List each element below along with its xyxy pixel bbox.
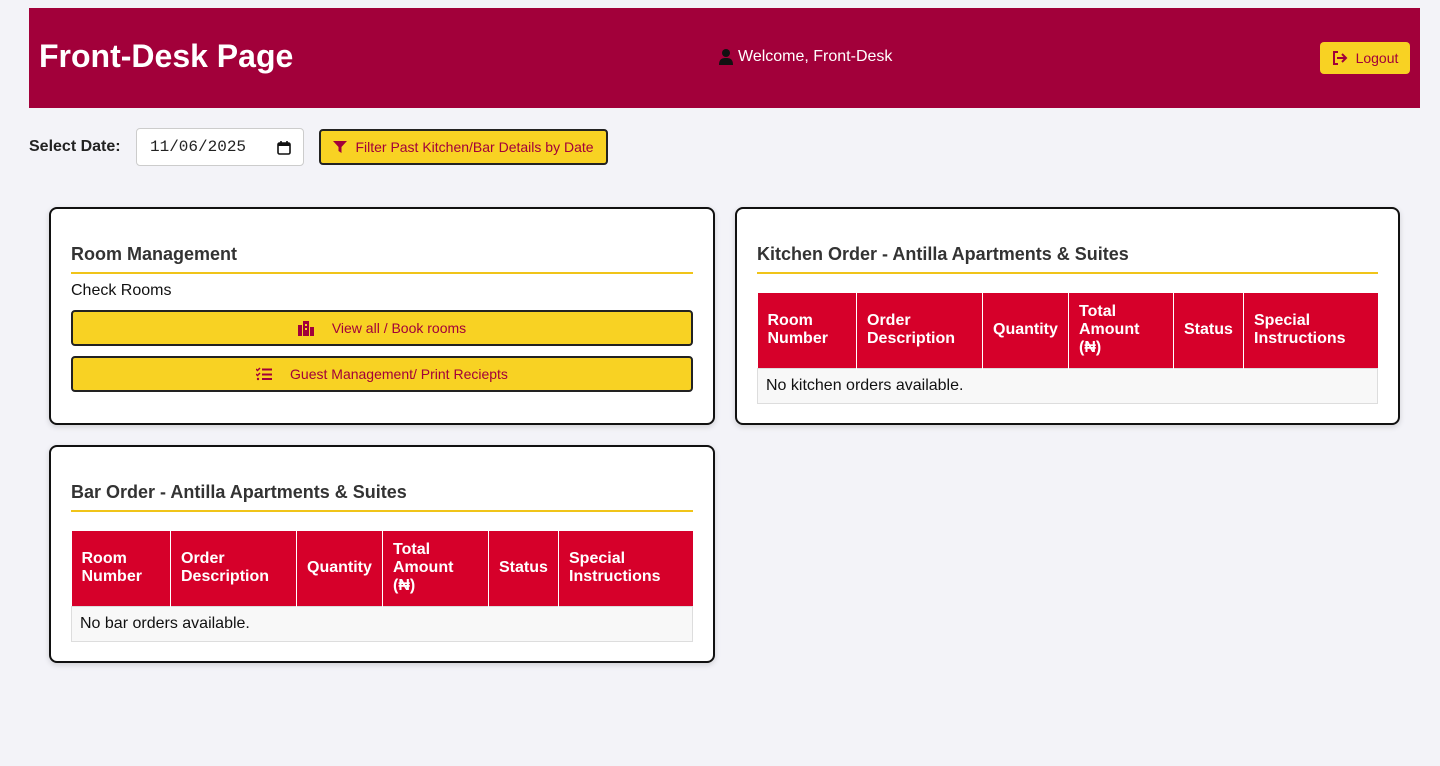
view-book-rooms-button[interactable]: View all / Book rooms (71, 310, 693, 346)
kitchen-order-title: Kitchen Order - Antilla Apartments & Sui… (757, 244, 1378, 274)
logout-label: Logout (1355, 50, 1399, 66)
calendar-icon[interactable] (277, 140, 291, 155)
date-input[interactable]: 11/06/2025 (136, 128, 304, 166)
welcome-message: Welcome, Front-Desk (719, 48, 892, 66)
column-header[interactable]: Quantity (296, 531, 383, 606)
column-header[interactable]: Status (1173, 293, 1244, 368)
column-header[interactable]: Total Amount (₦) (382, 531, 489, 606)
bar-order-card: Bar Order - Antilla Apartments & Suites … (49, 445, 715, 663)
rooms-icon (297, 320, 314, 336)
list-check-icon (256, 367, 273, 381)
view-book-rooms-label: View all / Book rooms (331, 320, 467, 336)
filter-by-date-button[interactable]: Filter Past Kitchen/Bar Details by Date (319, 129, 608, 165)
room-management-title: Room Management (71, 244, 693, 274)
empty-message: No bar orders available. (71, 605, 693, 642)
empty-message: No kitchen orders available. (757, 367, 1378, 404)
user-icon (719, 49, 733, 65)
guest-management-button[interactable]: Guest Management/ Print Reciepts (71, 356, 693, 392)
filter-button-label: Filter Past Kitchen/Bar Details by Date (355, 139, 594, 155)
column-header[interactable]: Status (488, 531, 559, 606)
date-label: Select Date: (29, 138, 121, 155)
bar-orders-table: Room Number Order Description Quantity T… (71, 531, 693, 642)
logout-button[interactable]: Logout (1320, 42, 1410, 74)
column-header[interactable]: Total Amount (₦) (1068, 293, 1174, 368)
column-header[interactable]: Special Instructions (558, 531, 693, 606)
bar-order-title: Bar Order - Antilla Apartments & Suites (71, 482, 693, 512)
date-value: 11/06/2025 (150, 138, 247, 156)
welcome-text: Welcome, Front-Desk (738, 48, 893, 65)
table-row: No kitchen orders available. (757, 367, 1378, 404)
filter-icon (333, 140, 348, 153)
check-rooms-label: Check Rooms (71, 282, 172, 299)
column-header[interactable]: Special Instructions (1243, 293, 1378, 368)
kitchen-orders-table: Room Number Order Description Quantity T… (757, 293, 1378, 404)
table-row: No bar orders available. (71, 605, 693, 642)
table-header-row: Room Number Order Description Quantity T… (757, 293, 1378, 368)
column-header[interactable]: Quantity (982, 293, 1069, 368)
kitchen-order-card: Kitchen Order - Antilla Apartments & Sui… (735, 207, 1400, 425)
table-header-row: Room Number Order Description Quantity T… (71, 531, 693, 606)
sign-out-icon (1332, 51, 1347, 65)
page-header: Front-Desk Page Welcome, Front-Desk Logo… (29, 8, 1420, 108)
room-management-card: Room Management Check Rooms View all / B… (49, 207, 715, 425)
column-header[interactable]: Room Number (757, 293, 857, 368)
column-header[interactable]: Room Number (71, 531, 171, 606)
page-title: Front-Desk Page (39, 38, 294, 74)
column-header[interactable]: Order Description (170, 531, 297, 606)
guest-management-label: Guest Management/ Print Reciepts (290, 366, 508, 382)
column-header[interactable]: Order Description (856, 293, 983, 368)
